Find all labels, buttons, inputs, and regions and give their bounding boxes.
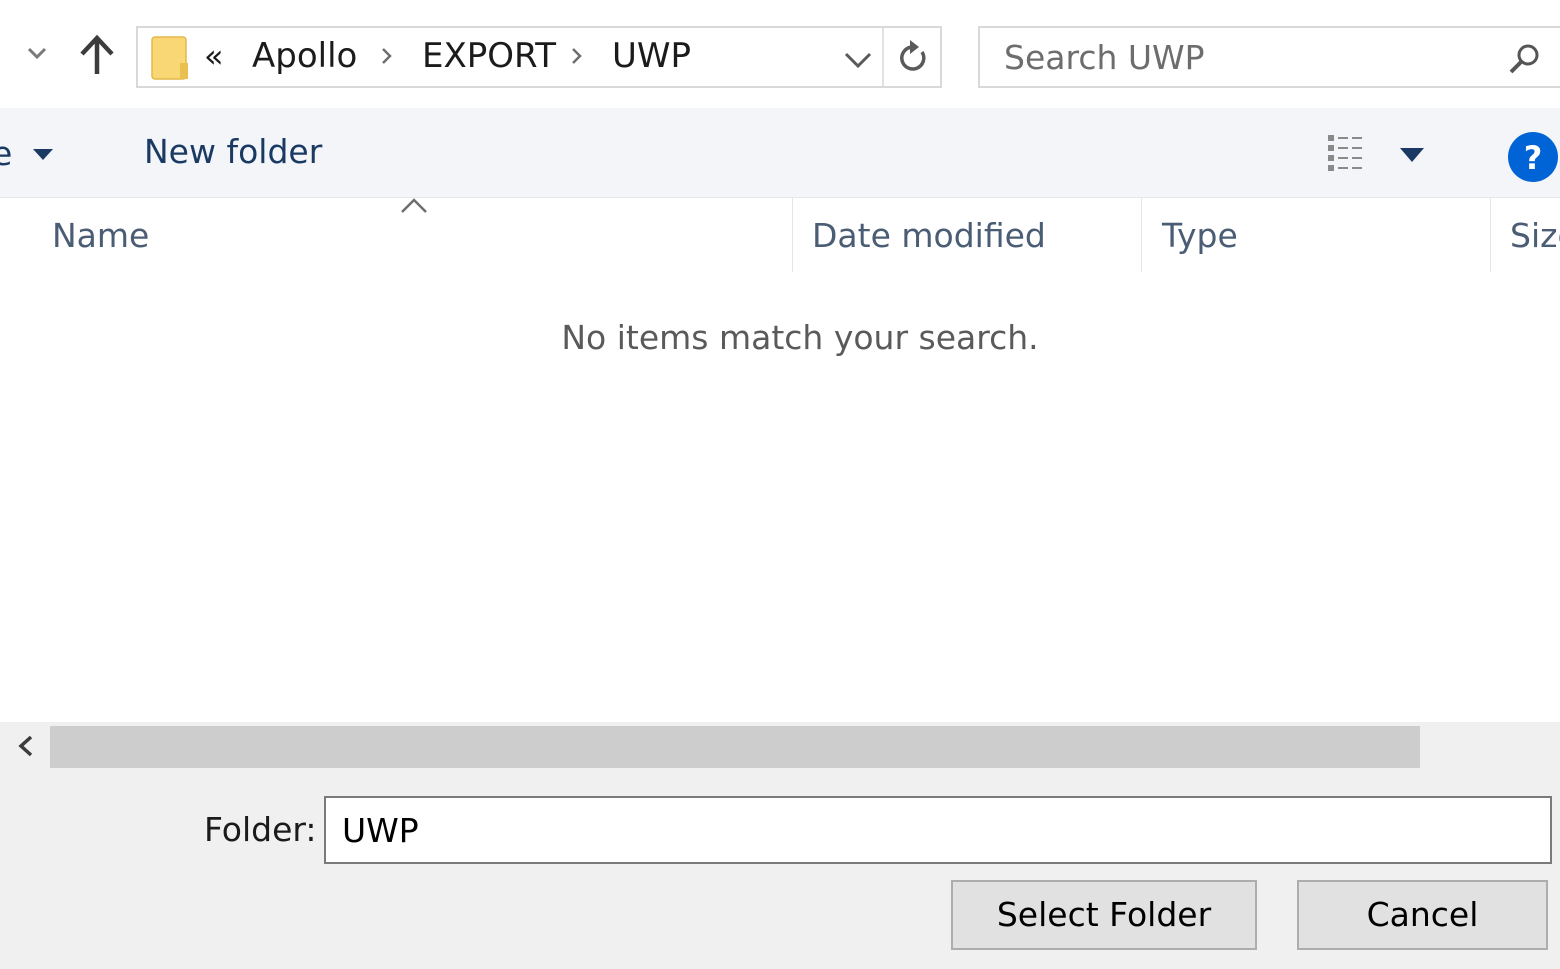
file-list: Name Date modified Type Size No items ma… xyxy=(0,198,1560,722)
details-view-icon[interactable] xyxy=(1322,130,1378,174)
horizontal-scrollbar[interactable] xyxy=(0,722,1560,770)
breadcrumb-uwp[interactable]: UWP xyxy=(612,34,691,78)
breadcrumb-export[interactable]: EXPORT xyxy=(422,34,556,78)
column-header-name[interactable]: Name xyxy=(52,214,149,258)
command-toolbar: e New folder ? xyxy=(0,108,1560,198)
refresh-icon[interactable] xyxy=(886,30,940,84)
search-placeholder: Search UWP xyxy=(1004,38,1205,77)
select-folder-button[interactable]: Select Folder xyxy=(951,880,1257,950)
folder-name-input[interactable] xyxy=(324,796,1552,864)
scrollbar-thumb[interactable] xyxy=(50,726,1420,768)
address-bar[interactable]: « Apollo EXPORT UWP xyxy=(136,26,942,88)
column-divider[interactable] xyxy=(792,198,793,272)
cancel-button[interactable]: Cancel xyxy=(1297,880,1548,950)
chevron-down-icon[interactable] xyxy=(838,40,878,76)
column-divider[interactable] xyxy=(1141,198,1142,272)
svg-text:?: ? xyxy=(1524,139,1543,177)
breadcrumb-apollo[interactable]: Apollo xyxy=(252,34,357,78)
navigation-bar: « Apollo EXPORT UWP Search UWP xyxy=(0,0,1560,108)
new-folder-button[interactable]: New folder xyxy=(144,130,322,174)
caret-down-icon[interactable] xyxy=(1394,140,1430,168)
folder-label: Folder: xyxy=(204,810,317,849)
sort-ascending-icon xyxy=(401,198,427,213)
column-divider[interactable] xyxy=(1490,198,1491,272)
chevron-down-icon[interactable] xyxy=(22,38,52,68)
search-input[interactable]: Search UWP xyxy=(978,26,1560,88)
divider xyxy=(882,28,884,86)
caret-down-icon[interactable] xyxy=(28,142,58,166)
column-header-type[interactable]: Type xyxy=(1162,214,1238,258)
help-icon[interactable]: ? xyxy=(1506,130,1560,184)
column-header-date-modified[interactable]: Date modified xyxy=(812,214,1046,258)
breadcrumb-overflow[interactable]: « xyxy=(204,34,224,78)
empty-state-message: No items match your search. xyxy=(561,318,1039,357)
chevron-right-icon[interactable] xyxy=(374,36,400,76)
folder-icon xyxy=(151,36,188,80)
scroll-left-icon[interactable] xyxy=(8,728,44,764)
search-icon[interactable] xyxy=(1504,40,1544,80)
chevron-right-icon[interactable] xyxy=(564,36,590,76)
organize-menu-button[interactable]: e xyxy=(0,132,12,176)
up-arrow-icon[interactable] xyxy=(74,30,120,80)
column-header-size[interactable]: Size xyxy=(1510,214,1560,258)
